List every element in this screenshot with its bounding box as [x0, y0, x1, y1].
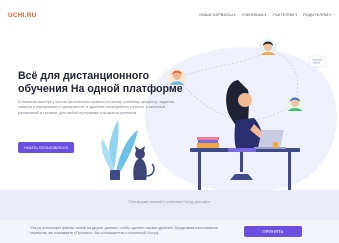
site-logo[interactable]: UCHI.RU [8, 12, 36, 19]
avatar [259, 39, 277, 57]
chevron-down-icon: ▾ [264, 13, 267, 17]
band-caption: Платформа занятий с учителем Учи.ру для … [128, 200, 211, 204]
cookie-text: Учи.ру использует файлы cookie на другие… [30, 226, 219, 235]
nav-parents-label: РОДИТЕЛЯМ [303, 12, 329, 17]
cat-illustration [133, 146, 155, 180]
chevron-down-icon: ▾ [295, 13, 298, 17]
landing-page: UCHI.RU НАШИ СЕРВИСЫ▾ УЧЕНИКАМ▾ УЧИТЕЛЯМ… [0, 0, 339, 243]
chevron-down-icon: ▾ [233, 13, 236, 17]
nav-teachers[interactable]: УЧИТЕЛЯМ▾ [272, 12, 297, 17]
hero-description: В базовом мастере учителя бесплатные сер… [18, 100, 175, 115]
start-using-button[interactable]: НАЧАТЬ ПОЛЬЗОВАТЬСЯ [18, 142, 74, 153]
floating-card [309, 55, 327, 68]
nav-teachers-label: УЧИТЕЛЯМ [272, 12, 295, 17]
avatar [286, 95, 304, 113]
hero-title: Всё для дистанционного обучения На одной… [18, 70, 183, 95]
nav-our-services[interactable]: НАШИ СЕРВИСЫ▾ [199, 12, 235, 17]
nav-students-label: УЧЕНИКАМ [241, 12, 264, 17]
nav-our-services-label: НАШИ СЕРВИСЫ [199, 12, 233, 17]
info-band [0, 190, 339, 220]
plant-decoration [101, 120, 138, 180]
main-nav: НАШИ СЕРВИСЫ▾ УЧЕНИКАМ▾ УЧИТЕЛЯМ▾ РОДИТЕ… [199, 12, 331, 17]
mug-icon [273, 142, 278, 148]
nav-parents[interactable]: РОДИТЕЛЯМ▾ [303, 12, 331, 17]
nav-students[interactable]: УЧЕНИКАМ▾ [242, 12, 267, 17]
chevron-down-icon: ▾ [329, 13, 331, 17]
accept-cookies-button[interactable]: ПРИНЯТЬ [244, 226, 302, 237]
